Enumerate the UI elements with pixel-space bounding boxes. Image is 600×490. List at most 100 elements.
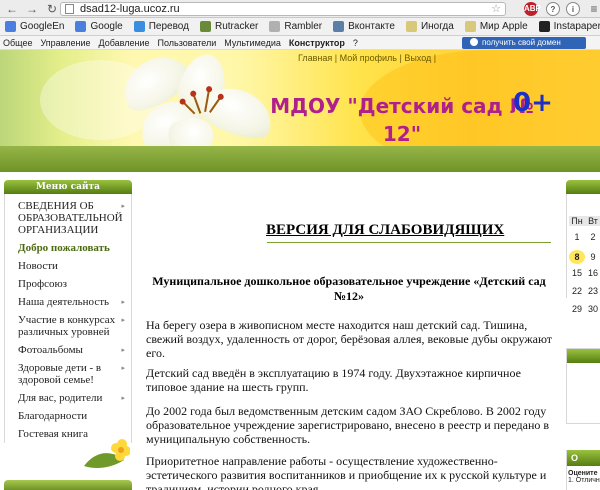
submenu-arrow-icon: ▸ xyxy=(121,394,125,402)
bookmark-item[interactable]: Rutracker xyxy=(199,21,259,32)
submenu-arrow-icon: ▸ xyxy=(121,202,125,210)
bookmark-label: Instapaper xyxy=(553,21,600,32)
calendar-week: 12 xyxy=(569,232,600,242)
calendar-day[interactable]: 16 xyxy=(585,268,600,278)
sidebar-menu-label: Наша деятельность xyxy=(18,296,110,308)
poll-question: Оцените xyxy=(568,470,598,477)
site-title: МДОУ "Детский сад № 12" xyxy=(270,94,534,146)
back-icon[interactable]: ← xyxy=(4,1,20,17)
calendar-day[interactable]: 29 xyxy=(569,304,585,314)
bookmark-label: Перевод xyxy=(148,21,189,32)
calendar-day[interactable]: 30 xyxy=(585,304,600,314)
calendar-week: 89 xyxy=(569,250,600,264)
poll-option-1[interactable]: 1. Отличн xyxy=(567,477,600,484)
bookmark-item[interactable]: Перевод xyxy=(133,21,189,32)
weekday-label: Вт xyxy=(588,216,598,226)
submenu-arrow-icon: ▸ xyxy=(121,346,125,354)
sidebar-menu-item[interactable]: Новости xyxy=(5,257,131,275)
bookmark-item[interactable]: Вконтакте xyxy=(333,21,395,32)
sidebar-menu-item[interactable]: Добро пожаловать xyxy=(5,239,131,257)
bookmark-favicon-icon xyxy=(75,21,87,32)
calendar-day[interactable]: 15 xyxy=(569,268,585,278)
calendar-day[interactable]: 22 xyxy=(569,286,585,296)
bookmark-item[interactable]: Google xyxy=(75,21,123,32)
bookmark-favicon-icon xyxy=(133,21,145,32)
calendar-day[interactable]: 23 xyxy=(585,286,600,296)
get-domain-label: получить свой домен xyxy=(482,38,561,47)
folder-icon xyxy=(464,21,476,32)
ucoz-menu-general[interactable]: Общее xyxy=(3,38,32,48)
reload-icon[interactable]: ↻ xyxy=(44,1,60,17)
submenu-arrow-icon: ▸ xyxy=(121,364,125,372)
calendar-week: 29 30 xyxy=(569,304,600,314)
calendar-header xyxy=(566,180,600,194)
ucoz-admin-bar: Общее Управление Добавление Пользователи… xyxy=(0,36,600,50)
sidebar-menu-label: Профсоюз xyxy=(18,278,68,290)
calendar-day[interactable]: 9 xyxy=(585,252,600,262)
ucoz-menu-manage[interactable]: Управление xyxy=(40,38,90,48)
ucoz-help-link[interactable]: ? xyxy=(353,38,358,48)
ucoz-menu-users[interactable]: Пользователи xyxy=(158,38,217,48)
ucoz-menu-add[interactable]: Добавление xyxy=(99,38,150,48)
ucoz-menu-multimedia[interactable]: Мультимедиа xyxy=(224,38,281,48)
calendar-day-today[interactable]: 8 xyxy=(569,250,585,264)
domain-globe-icon xyxy=(470,38,478,46)
bookmark-favicon-icon xyxy=(333,21,345,32)
bookmark-item[interactable]: Иногда xyxy=(405,21,454,32)
submenu-arrow-icon: ▸ xyxy=(121,298,125,306)
sidebar-menu-label: Новости xyxy=(18,260,58,272)
page-title: ВЕРСИЯ ДЛЯ СЛАБОВИДЯЩИХ xyxy=(266,222,552,242)
calendar-day[interactable]: 1 xyxy=(569,232,585,242)
calendar-day[interactable]: 2 xyxy=(585,232,600,242)
url-text: dsad12-luga.ucoz.ru xyxy=(80,3,180,15)
calendar-weekdays: Пн Вт xyxy=(569,216,600,226)
bookmark-item[interactable]: Мир Apple xyxy=(464,21,528,32)
sidebar-menu-label: Фотоальбомы xyxy=(18,344,83,356)
adblock-icon[interactable]: ABP xyxy=(524,2,541,16)
sidebar-menu-item[interactable]: Для вас, родители ▸ xyxy=(5,389,131,407)
bookmark-label: Rutracker xyxy=(214,21,259,32)
star-icon[interactable]: ☆ xyxy=(491,3,501,15)
bookmark-item[interactable]: GoogleEn xyxy=(5,21,64,32)
sidebar-menu-item[interactable]: Фотоальбомы ▸ xyxy=(5,341,131,359)
menu-title: Меню сайта xyxy=(4,180,132,194)
bookmarks-bar: GoogleEn Google Перевод Rutracker Rambler Вко… xyxy=(0,18,600,36)
calendar: Пн Вт 12 89 15 16 22 23 29 30 xyxy=(566,194,600,314)
forward-icon[interactable]: → xyxy=(24,1,40,17)
calendar-week: 15 16 xyxy=(569,268,600,278)
address-bar[interactable]: dsad12-luga.ucoz.ru ☆ xyxy=(60,2,506,16)
folder-icon xyxy=(538,21,550,32)
calendar-week: 22 23 xyxy=(569,286,600,296)
get-domain-button[interactable]: получить свой домен xyxy=(462,37,586,49)
bookmark-item[interactable]: Rambler xyxy=(269,21,322,32)
menu-list: СВЕДЕНИЯ ОБ ОБРАЗОВАТЕЛЬНОЙ ОРГАНИЗАЦИИ ▸… xyxy=(4,194,132,443)
right-sidebar: Пн Вт 12 89 15 16 22 23 29 30 О Оцените 1. О… xyxy=(562,172,600,490)
info-icon[interactable]: i xyxy=(566,2,580,16)
paragraph-1: На берегу озера в живописном месте наход… xyxy=(146,318,553,360)
bookmark-label: Иногда xyxy=(420,21,454,32)
sidebar-menu-item[interactable]: Благодарности xyxy=(5,407,131,425)
browser-toolbar: ← → ↻ dsad12-luga.ucoz.ru ☆ ABP ? i ≡ xyxy=(0,0,600,18)
sidebar-menu-label: Участие в конкурсах различных уровней xyxy=(18,314,116,338)
bookmark-label: Rambler xyxy=(284,21,323,32)
right-block-2-header xyxy=(567,349,600,363)
sidebar-menu-item[interactable]: Здоровые дети - в здоровой семье! ▸ xyxy=(5,359,131,389)
paragraph-2: Детский сад введён в эксплуатацию в 1974… xyxy=(146,366,521,394)
help-icon[interactable]: ? xyxy=(546,2,560,16)
bookmark-favicon-icon xyxy=(199,21,211,32)
paragraph-4: Приоритетное направление работы - осущес… xyxy=(146,454,547,490)
poll-block: О Оцените 1. Отличн xyxy=(566,450,600,490)
sidebar-next-block xyxy=(4,480,132,490)
age-rating-badge: 0+ xyxy=(513,88,553,118)
menu-icon[interactable]: ≡ xyxy=(586,1,600,17)
sidebar-menu-item[interactable]: Профсоюз xyxy=(5,275,131,293)
bookmark-item[interactable]: Instapaper xyxy=(538,21,600,32)
top-nav-links[interactable]: Главная | Мой профиль | Выход | xyxy=(298,53,436,63)
sidebar-menu-item[interactable]: Участие в конкурсах различных уровней ▸ xyxy=(5,311,131,341)
sidebar-menu-item[interactable]: СВЕДЕНИЯ ОБ ОБРАЗОВАТЕЛЬНОЙ ОРГАНИЗАЦИИ ▸ xyxy=(5,197,131,239)
bookmark-label: Мир Apple xyxy=(479,21,528,32)
sidebar-menu-item[interactable]: Наша деятельность ▸ xyxy=(5,293,131,311)
bookmark-favicon-icon xyxy=(5,21,16,32)
folder-icon xyxy=(405,21,417,32)
ucoz-menu-constructor[interactable]: Конструктор xyxy=(289,38,345,48)
